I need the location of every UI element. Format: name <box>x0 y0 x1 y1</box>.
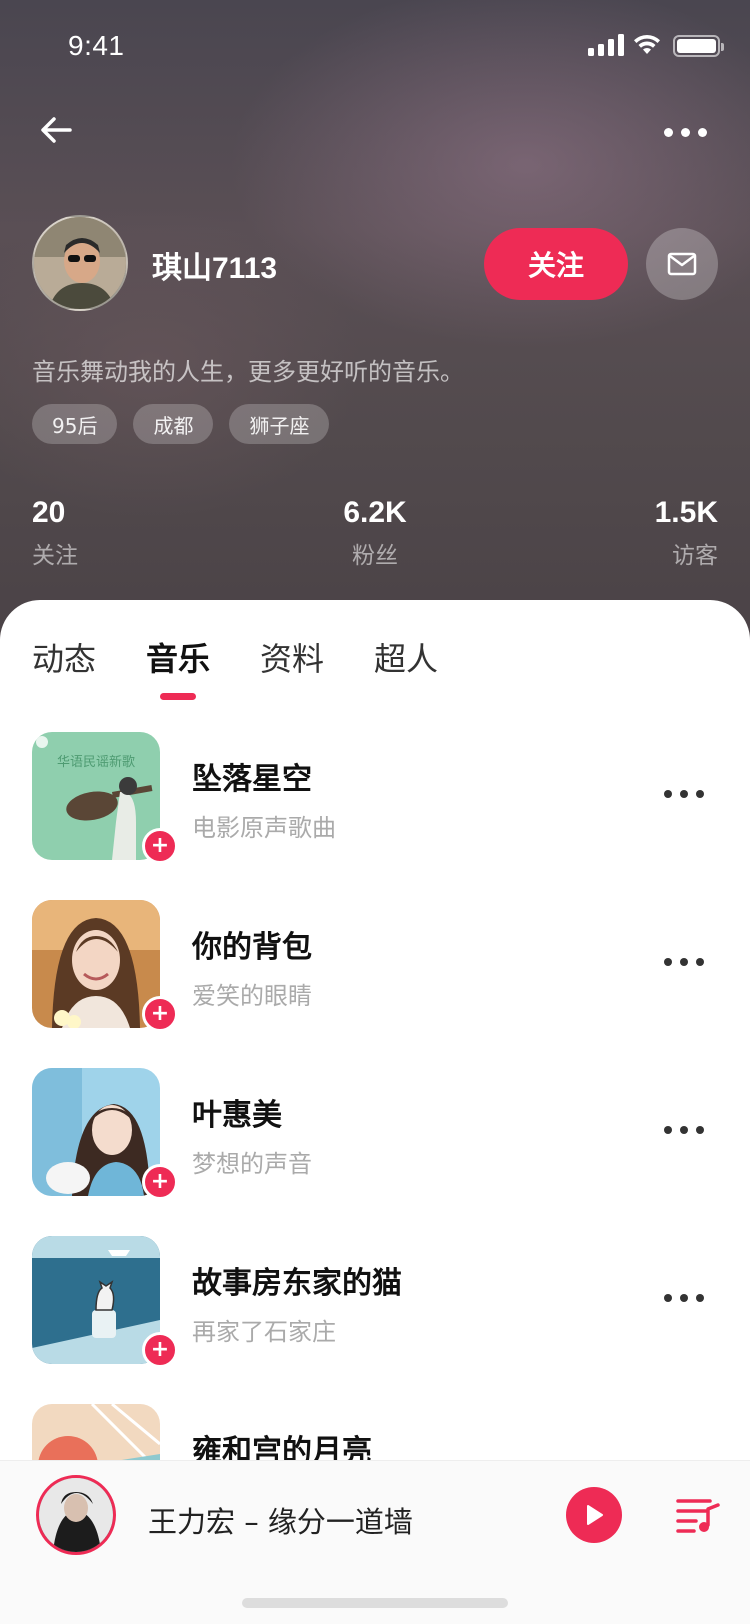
song-title: 故事房东家的猫 <box>192 1266 402 1301</box>
stat-following-label: 关注 <box>32 543 78 569</box>
play-icon <box>587 1505 603 1525</box>
song-title: 坠落星空 <box>192 762 312 797</box>
song-cover <box>32 1068 160 1196</box>
profile-tags: 95后 成都 狮子座 <box>32 404 330 444</box>
play-button[interactable] <box>566 1487 622 1543</box>
message-button[interactable] <box>646 228 718 300</box>
tag-city: 成都 <box>133 404 214 444</box>
song-title: 叶惠美 <box>192 1098 282 1133</box>
song-subtitle: 梦想的声音 <box>192 1150 312 1178</box>
song-more-icon[interactable] <box>664 952 708 972</box>
tag-age: 95后 <box>32 404 118 444</box>
add-icon[interactable]: + <box>142 996 178 1032</box>
list-item[interactable]: 华语民谣新歌 + 坠落星空 电影原声歌曲 <box>0 732 750 900</box>
follow-button[interactable]: 关注 <box>484 228 628 300</box>
song-cover: 华语民谣新歌 <box>32 732 160 860</box>
add-icon[interactable]: + <box>142 1332 178 1368</box>
add-icon[interactable]: + <box>142 1164 178 1200</box>
username: 琪山7113 <box>152 252 278 285</box>
more-options-icon[interactable] <box>664 120 708 144</box>
avatar[interactable] <box>32 215 128 311</box>
tag-zodiac: 狮子座 <box>229 404 330 444</box>
playlist-icon[interactable] <box>676 1495 720 1535</box>
list-item[interactable]: + 你的背包 爱笑的眼睛 <box>0 900 750 1068</box>
add-icon[interactable]: + <box>142 828 178 864</box>
stat-fans[interactable]: 6.2K 粉丝 <box>300 496 450 570</box>
now-playing-title: 王力宏 – 缘分一道墙 <box>148 1505 413 1539</box>
stat-following[interactable]: 20 关注 <box>32 496 78 570</box>
profile-bio: 音乐舞动我的人生，更多更好听的音乐。 <box>32 358 464 386</box>
stat-fans-label: 粉丝 <box>352 543 398 569</box>
song-more-icon[interactable] <box>664 1120 708 1140</box>
tab-profile[interactable]: 资料 <box>260 634 324 698</box>
status-bar: 9:41 <box>0 0 750 96</box>
back-arrow-icon[interactable] <box>36 110 76 150</box>
home-indicator <box>242 1598 508 1608</box>
stat-fans-value: 6.2K <box>343 496 407 529</box>
wifi-icon <box>634 34 660 54</box>
song-subtitle: 再家了石家庄 <box>192 1318 336 1346</box>
song-list: 华语民谣新歌 + 坠落星空 电影原声歌曲 + 你的背包 爱笑的眼睛 + 叶惠美 … <box>0 732 750 1572</box>
song-cover <box>32 900 160 1028</box>
tab-superman[interactable]: 超人 <box>374 634 438 698</box>
song-more-icon[interactable] <box>664 784 708 804</box>
song-title: 你的背包 <box>192 930 312 965</box>
stat-visitors-label: 访客 <box>672 543 718 569</box>
now-playing-cover[interactable] <box>36 1475 116 1555</box>
stat-visitors-value: 1.5K <box>654 496 718 529</box>
profile-tabs: 动态 音乐 资料 超人 <box>32 634 438 698</box>
song-cover <box>32 1236 160 1364</box>
list-item[interactable]: + 故事房东家的猫 再家了石家庄 <box>0 1236 750 1404</box>
tab-moments[interactable]: 动态 <box>32 634 96 698</box>
song-subtitle: 电影原声歌曲 <box>192 814 336 842</box>
stat-visitors[interactable]: 1.5K 访客 <box>655 496 718 570</box>
status-time: 9:41 <box>68 30 125 61</box>
list-item[interactable]: + 叶惠美 梦想的声音 <box>0 1068 750 1236</box>
cover-text: 华语民谣新歌 <box>57 754 135 770</box>
tab-music[interactable]: 音乐 <box>146 634 210 698</box>
mail-icon <box>667 252 697 276</box>
signal-icon <box>588 34 624 56</box>
song-more-icon[interactable] <box>664 1288 708 1308</box>
song-subtitle: 爱笑的眼睛 <box>192 982 312 1010</box>
battery-icon <box>673 35 724 57</box>
stat-following-value: 20 <box>32 496 66 529</box>
